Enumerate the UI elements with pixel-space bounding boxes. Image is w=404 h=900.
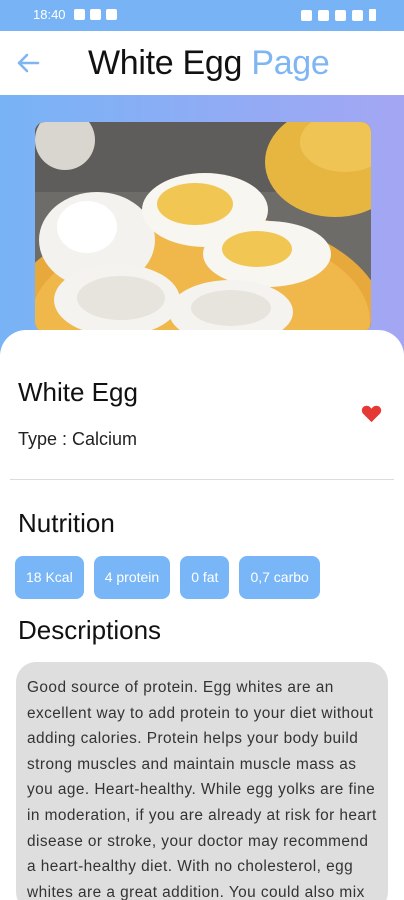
nutrition-chip-protein: 4 protein [93,556,171,599]
page-title-main: White Egg [88,44,243,82]
nutrition-heading: Nutrition [18,508,115,538]
food-image [35,122,371,332]
status-time: 18:40 [33,7,66,22]
page-title-accent: Page [251,44,330,82]
descriptions-heading: Descriptions [18,615,162,645]
mute-icon [318,9,329,21]
hero-banner [0,95,404,355]
nutrition-chip-kcal: 18 Kcal [15,556,84,599]
notification-icons [74,9,117,20]
page-title: White Egg Page [88,44,330,83]
nutrition-chip-carbo: 0,7 carbo [239,556,320,599]
system-icons [301,9,376,21]
gallery-icon [74,9,85,20]
food-type: Type : Calcium [18,429,138,449]
battery-icon [369,9,376,21]
detail-card: White Egg Type : Calcium Nutrition 18 Kc… [0,330,404,900]
nutrition-chip-fat: 0 fat [180,556,230,599]
nutrition-chips: 18 Kcal 4 protein 0 fat 0,7 carbo [15,556,320,599]
signal-icon [352,9,363,21]
status-bar: 18:40 [0,0,404,31]
wifi-icon [335,9,346,21]
food-name: White Egg [18,377,138,407]
alarm-icon [301,9,312,21]
description-text[interactable]: Good source of protein. Egg whites are a… [16,662,388,900]
mail-icon [106,9,117,20]
download-icon [90,9,101,20]
arrow-left-icon[interactable] [14,49,42,77]
app-bar: White Egg Page [0,31,404,95]
divider [10,479,394,480]
heart-icon[interactable] [361,404,382,423]
